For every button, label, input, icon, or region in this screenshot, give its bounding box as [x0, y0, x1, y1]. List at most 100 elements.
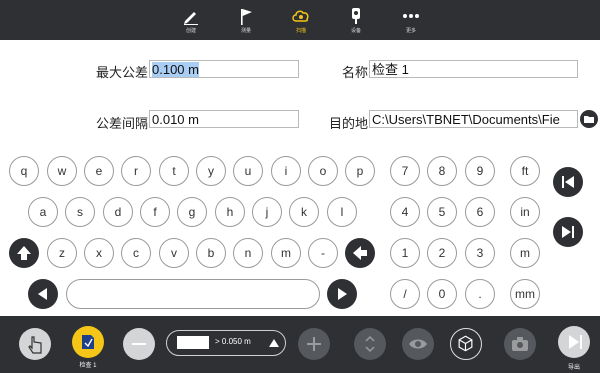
check-item-label: 检查 1 [79, 363, 97, 369]
folder-icon [584, 116, 594, 123]
camera-icon [512, 337, 528, 351]
key-3[interactable]: 3 [465, 238, 495, 268]
key-unit-m[interactable]: m [510, 238, 540, 268]
flag-icon [241, 9, 252, 25]
touch-mode-button[interactable] [19, 328, 51, 360]
key-n[interactable]: n [233, 238, 263, 268]
tab-create[interactable]: 创建 [166, 0, 216, 40]
scroll-button[interactable] [354, 328, 386, 360]
key-v[interactable]: v [159, 238, 189, 268]
tolerance-combo-value: > 0.050 m [215, 337, 251, 346]
skip-start-icon [562, 176, 574, 188]
key-r[interactable]: r [121, 156, 151, 186]
key-1[interactable]: 1 [390, 238, 420, 268]
key-z[interactable]: z [47, 238, 77, 268]
key-unit-ft[interactable]: ft [510, 156, 540, 186]
jump-end-button[interactable] [553, 217, 583, 247]
camera-button[interactable] [504, 328, 536, 360]
key-b[interactable]: b [196, 238, 226, 268]
scan-cloud-icon [292, 10, 309, 22]
tab-more[interactable]: 更多 [386, 0, 436, 40]
key-t[interactable]: t [159, 156, 189, 186]
more-dots-icon [403, 14, 419, 18]
key-dot[interactable]: . [465, 279, 495, 309]
key-i[interactable]: i [271, 156, 301, 186]
key-k[interactable]: k [289, 197, 319, 227]
tab-device[interactable]: 设备 [331, 0, 381, 40]
tab-more-label: 更多 [405, 28, 416, 34]
key-u[interactable]: u [233, 156, 263, 186]
key-6[interactable]: 6 [465, 197, 495, 227]
key-2[interactable]: 2 [427, 238, 457, 268]
key-e[interactable]: e [84, 156, 114, 186]
key-d[interactable]: d [103, 197, 133, 227]
minus-icon [132, 343, 146, 345]
key-m[interactable]: m [271, 238, 301, 268]
tab-scan-label: 扫描 [295, 28, 306, 34]
jump-start-button[interactable] [553, 167, 583, 197]
max-tolerance-input[interactable]: 0.100 m [149, 60, 299, 78]
key-0[interactable]: 0 [427, 279, 457, 309]
cube-icon [458, 335, 473, 352]
shift-button[interactable] [9, 238, 39, 268]
arrow-left-icon [353, 246, 367, 260]
destination-input[interactable]: C:\Users\TBNET\Documents\Fie [369, 110, 578, 128]
key-4[interactable]: 4 [390, 197, 420, 227]
max-tolerance-label: 最大公差 [95, 65, 148, 80]
key-g[interactable]: g [177, 197, 207, 227]
key-o[interactable]: o [308, 156, 338, 186]
key-p[interactable]: p [345, 156, 375, 186]
tab-scan[interactable]: 扫描 [276, 0, 326, 40]
key-x[interactable]: x [84, 238, 114, 268]
destination-label: 目的地 [328, 116, 368, 131]
zoom-in-button[interactable] [298, 328, 330, 360]
cursor-left-button[interactable] [28, 279, 58, 309]
key-w[interactable]: w [47, 156, 77, 186]
triangle-right-icon [338, 288, 347, 300]
key-9[interactable]: 9 [465, 156, 495, 186]
cursor-right-button[interactable] [327, 279, 357, 309]
tab-device-label: 设备 [350, 28, 361, 34]
3d-view-button[interactable] [450, 328, 482, 360]
key-slash[interactable]: / [390, 279, 420, 309]
instrument-icon [352, 8, 360, 24]
top-toolbar: 创建 测量 扫描 设备 更多 [0, 0, 600, 40]
key-l[interactable]: l [327, 197, 357, 227]
color-swatch [177, 336, 209, 349]
key-h[interactable]: h [215, 197, 245, 227]
export-label: 导出 [567, 365, 580, 371]
key-s[interactable]: s [65, 197, 95, 227]
tab-measure[interactable]: 测量 [221, 0, 271, 40]
view-button[interactable] [402, 328, 434, 360]
check-item-button[interactable] [72, 326, 104, 358]
browse-folder-button[interactable] [580, 110, 598, 128]
tolerance-combo[interactable]: > 0.050 m [166, 330, 286, 356]
space-bar[interactable] [66, 279, 320, 309]
plus-icon [307, 337, 321, 351]
key-hyphen[interactable]: - [308, 238, 338, 268]
skip-end-icon [562, 226, 574, 238]
key-j[interactable]: j [252, 197, 282, 227]
key-unit-mm[interactable]: mm [510, 279, 540, 309]
export-button[interactable] [558, 326, 590, 358]
key-a[interactable]: a [28, 197, 58, 227]
max-tolerance-value: 0.100 m [152, 62, 199, 77]
key-8[interactable]: 8 [427, 156, 457, 186]
chevron-up-down-icon [365, 335, 375, 353]
export-icon [569, 335, 582, 349]
eye-icon [409, 339, 427, 349]
tolerance-interval-input[interactable]: 0.010 m [149, 110, 299, 128]
backspace-button[interactable] [345, 238, 375, 268]
key-q[interactable]: q [9, 156, 39, 186]
key-7[interactable]: 7 [390, 156, 420, 186]
hand-pointer-icon [28, 336, 42, 354]
key-f[interactable]: f [140, 197, 170, 227]
name-input[interactable]: 检查 1 [369, 60, 578, 78]
zoom-out-button[interactable] [123, 328, 155, 360]
key-unit-in[interactable]: in [510, 197, 540, 227]
tab-measure-label: 测量 [240, 28, 251, 34]
name-label: 名称 [341, 65, 368, 80]
key-y[interactable]: y [196, 156, 226, 186]
key-c[interactable]: c [121, 238, 151, 268]
key-5[interactable]: 5 [427, 197, 457, 227]
